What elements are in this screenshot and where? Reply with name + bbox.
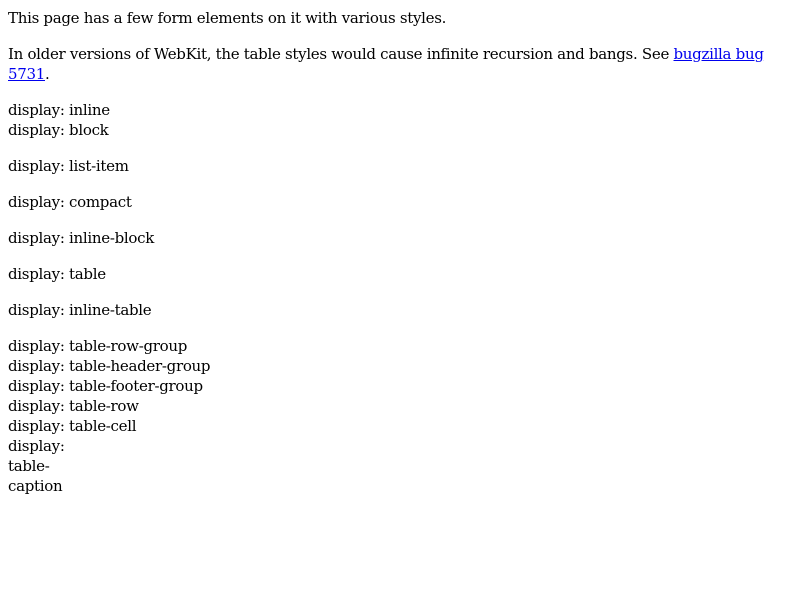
caption-line-3: caption [8,477,63,495]
display-group-compact: display: compact [8,192,792,212]
note-paragraph: In older versions of WebKit, the table s… [8,44,792,84]
display-table-row-group-item[interactable]: display: table-row-group [8,336,792,356]
display-group-table: display: table [8,264,792,284]
display-inline-item[interactable]: display: inline [8,100,792,120]
display-table-cell-item[interactable]: display: table-cell [8,416,792,436]
note-text-before: In older versions of WebKit, the table s… [8,45,674,63]
display-table-row-item[interactable]: display: table-row [8,396,792,416]
display-list-item[interactable]: display: list-item [8,156,792,176]
display-group-inline-table: display: inline-table [8,300,792,320]
caption-line-2: table- [8,457,50,475]
display-group-inline-block: display: inline display: block [8,100,792,140]
intro-paragraph: This page has a few form elements on it … [8,9,447,27]
note-text-after: . [44,65,50,83]
display-group-list-item: display: list-item [8,156,792,176]
display-table-item[interactable]: display: table [8,264,792,284]
display-table-footer-group-item[interactable]: display: table-footer-group [8,376,792,396]
display-compact-item[interactable]: display: compact [8,192,792,212]
display-block-item[interactable]: display: block [8,120,792,140]
display-inline-table-item[interactable]: display: inline-table [8,300,792,320]
display-group-table-parts: display: table-row-group display: table-… [8,336,792,496]
page-content: This page has a few form elements on it … [8,0,792,496]
display-table-caption-item[interactable]: display: table- caption [8,436,792,496]
display-group-inline-block-item: display: inline-block [8,228,792,248]
display-inline-block-item[interactable]: display: inline-block [8,228,792,248]
display-table-header-group-item[interactable]: display: table-header-group [8,356,792,376]
caption-line-1: display: [8,437,65,455]
